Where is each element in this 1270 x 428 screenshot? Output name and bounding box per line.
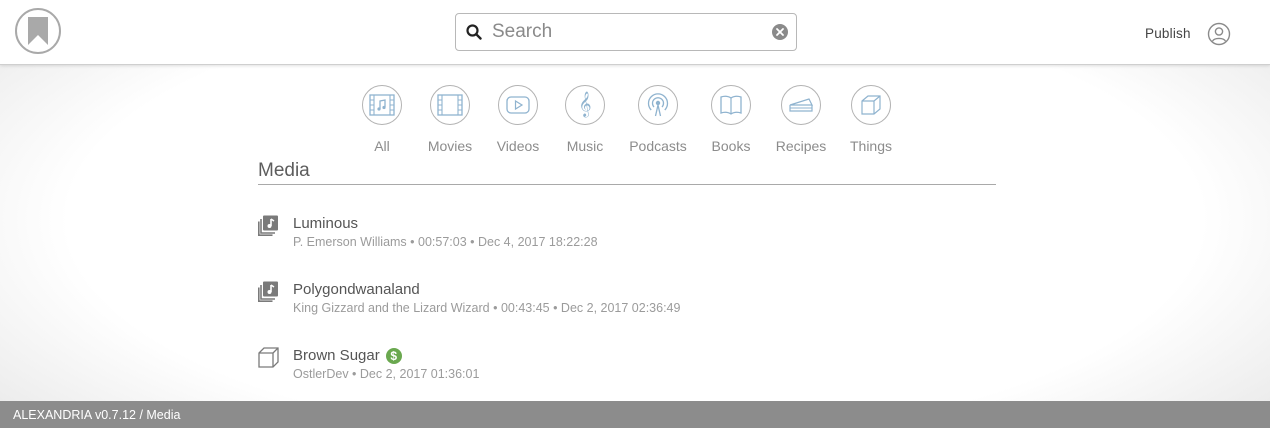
footer-breadcrumb: ALEXANDRIA v0.7.12 / Media: [13, 408, 181, 422]
category-label: Music: [566, 138, 604, 154]
category-music-circle: 𝄞: [565, 85, 605, 125]
category-bar: All Movies Videos 𝄞 Music Podcasts Books…: [0, 65, 1270, 160]
category-all-circle: [362, 85, 402, 125]
category-books-circle: [711, 85, 751, 125]
publish-link[interactable]: Publish: [1145, 26, 1191, 41]
item-title-text: Brown Sugar: [293, 347, 380, 364]
category-recipes-circle: [781, 85, 821, 125]
status-footer: ALEXANDRIA v0.7.12 / Media: [0, 401, 1270, 428]
item-meta: OstlerDev • Dec 2, 2017 01:36:01: [293, 367, 480, 381]
treble-clef-icon: 𝄞: [578, 92, 592, 117]
item-meta: P. Emerson Williams • 00:57:03 • Dec 4, …: [293, 235, 598, 249]
cube-icon: [861, 95, 881, 115]
item-title: Luminous: [293, 215, 358, 232]
category-recipes[interactable]: Recipes: [761, 85, 841, 154]
list-item[interactable]: Luminous P. Emerson Williams • 00:57:03 …: [258, 215, 998, 265]
category-things[interactable]: Things: [831, 85, 911, 154]
bookmark-icon: [28, 17, 48, 45]
cube-icon: [258, 347, 279, 368]
category-music[interactable]: 𝄞 Music: [545, 85, 625, 154]
category-label: Things: [849, 138, 893, 154]
category-label: Books: [711, 138, 751, 154]
list-item[interactable]: Polygondwanaland King Gizzard and the Li…: [258, 281, 998, 331]
top-bar: Publish: [0, 0, 1270, 65]
category-label: Podcasts: [629, 138, 687, 154]
category-videos-circle: [498, 85, 538, 125]
book-icon: [720, 95, 742, 115]
film-icon: [437, 94, 463, 116]
section-divider: [258, 184, 996, 185]
main-content: All Movies Videos 𝄞 Music Podcasts Books…: [0, 65, 1270, 401]
broadcast-icon: [647, 93, 669, 117]
music-library-icon: [258, 215, 278, 236]
item-title-text: Luminous: [293, 215, 359, 232]
search-input[interactable]: [492, 20, 762, 44]
logo[interactable]: [15, 8, 61, 54]
category-podcasts[interactable]: Podcasts: [618, 85, 698, 154]
category-label: Recipes: [775, 138, 827, 154]
paid-badge: $: [385, 347, 402, 364]
item-title-text: Polygondwanaland: [293, 281, 420, 298]
list-item[interactable]: Brown Sugar $ OstlerDev • Dec 2, 2017 01…: [258, 347, 998, 397]
section-title: Media: [258, 160, 310, 181]
cake-icon: [789, 98, 813, 112]
item-title: Brown Sugar $: [293, 347, 402, 364]
search-icon: [466, 24, 482, 40]
category-movies-circle: [430, 85, 470, 125]
category-things-circle: [851, 85, 891, 125]
item-title: Polygondwanaland: [293, 281, 420, 298]
category-podcasts-circle: [638, 85, 678, 125]
item-meta: King Gizzard and the Lizard Wizard • 00:…: [293, 301, 681, 315]
category-books[interactable]: Books: [691, 85, 771, 154]
user-icon[interactable]: [1207, 22, 1231, 46]
music-library-icon: [258, 281, 278, 302]
media-library-icon: [369, 94, 395, 116]
clear-search-icon[interactable]: [772, 24, 788, 40]
play-icon: [506, 96, 530, 114]
search-box: [455, 13, 797, 51]
